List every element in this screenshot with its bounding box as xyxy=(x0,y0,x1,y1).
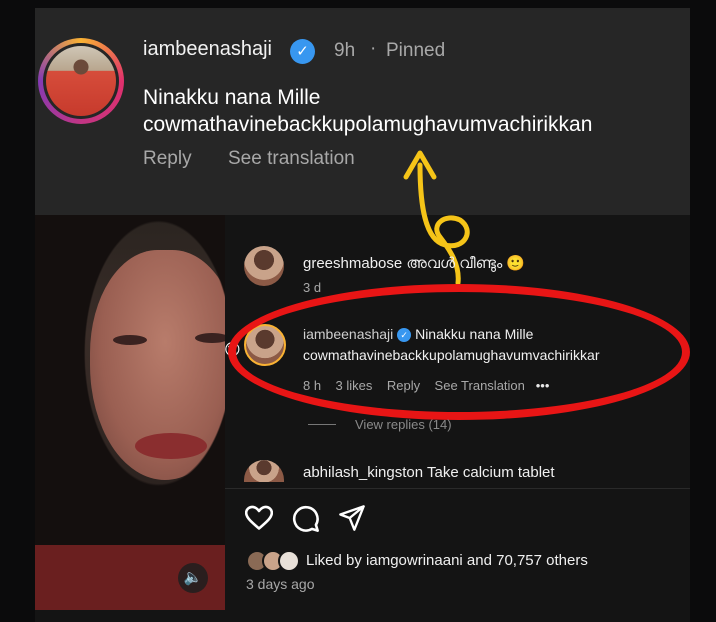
comment-username[interactable]: greeshmabose xyxy=(303,255,402,272)
pinned-comment-text: Ninakku nana Mille cowmathavinebackkupol… xyxy=(143,86,593,136)
pinned-time: 9h xyxy=(334,40,356,61)
comment-text: അവൾ വീണ്ടും 🙂 xyxy=(406,255,526,272)
view-replies-line xyxy=(308,424,336,425)
send-icon[interactable] xyxy=(338,504,366,532)
post-date: 3 days ago xyxy=(246,576,315,592)
pinned-label: Pinned xyxy=(386,40,446,61)
heart-icon[interactable] xyxy=(245,505,273,531)
pinned-commenter-avatar[interactable] xyxy=(38,38,124,124)
pinned-username[interactable]: iambeenashaji xyxy=(143,38,272,61)
pinned-see-translation-button[interactable]: See translation xyxy=(228,148,355,170)
greeshmabose-avatar[interactable] xyxy=(244,246,284,286)
speaker-icon[interactable]: 🔈 xyxy=(178,563,208,593)
reel-video[interactable] xyxy=(35,215,225,610)
verified-badge-icon: ✓ xyxy=(290,39,315,64)
view-replies-button[interactable]: View replies (14) xyxy=(355,417,452,432)
comment-text: Take calcium tablet xyxy=(427,464,555,481)
liker-avatar[interactable] xyxy=(278,550,300,572)
pinned-reply-button[interactable]: Reply xyxy=(143,148,192,170)
liked-by-text[interactable]: Liked by iamgowrinaani and 70,757 others xyxy=(306,552,588,569)
separator-dot: · xyxy=(370,38,377,59)
comment-icon[interactable] xyxy=(292,505,320,533)
comment-time: 3 d xyxy=(303,280,322,295)
comment-username[interactable]: abhilash_kingston xyxy=(303,464,423,481)
divider xyxy=(225,488,690,489)
annotation-red-circle xyxy=(228,284,690,420)
